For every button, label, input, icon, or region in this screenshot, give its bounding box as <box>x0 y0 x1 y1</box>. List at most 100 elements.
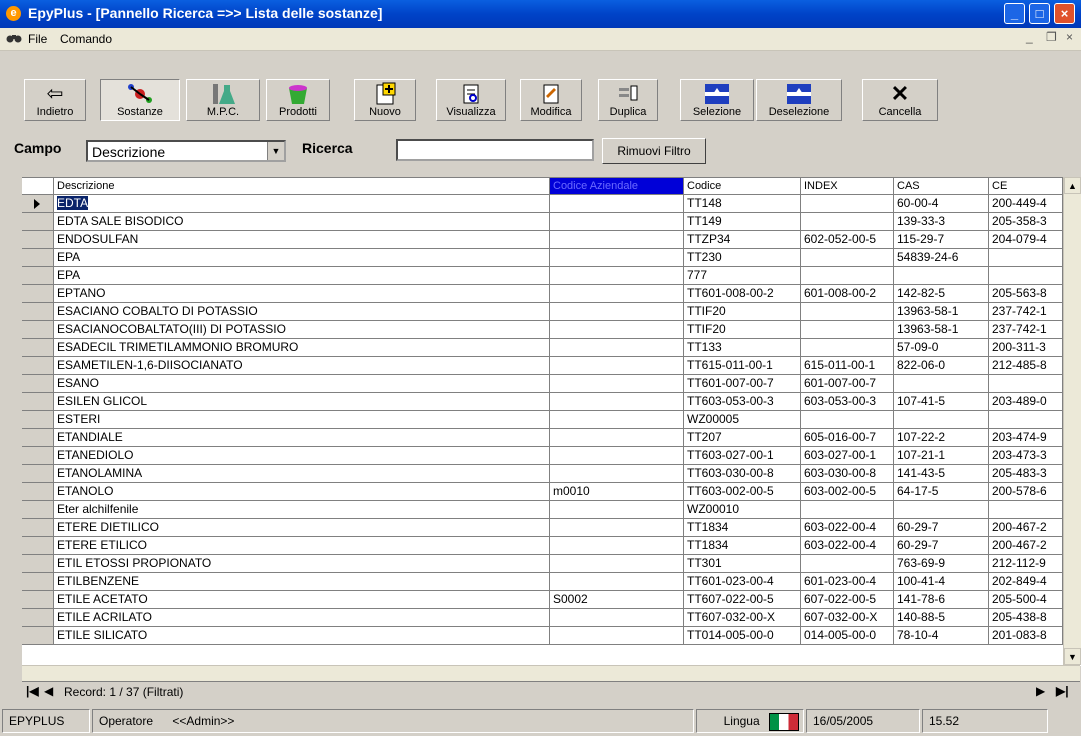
table-row[interactable]: ETILE ACRILATO TT607-032-00-X 607-032-00-X… <box>22 609 1081 627</box>
table-cell[interactable]: 607-022-00-5 <box>801 591 894 609</box>
scroll-down-icon[interactable]: ▼ <box>1064 648 1081 665</box>
row-selector[interactable] <box>22 573 54 591</box>
table-cell[interactable] <box>550 303 684 321</box>
table-cell[interactable]: 107-22-2 <box>894 429 989 447</box>
table-cell[interactable]: 60-00-4 <box>894 195 989 213</box>
menu-comando[interactable]: Comando <box>60 32 112 46</box>
table-cell[interactable]: TT607-032-00-X <box>684 609 801 627</box>
table-cell[interactable] <box>550 465 684 483</box>
table-cell[interactable]: 607-032-00-X <box>801 609 894 627</box>
last-record-icon[interactable]: ▶| <box>1056 684 1069 698</box>
table-cell[interactable]: m0010 <box>550 483 684 501</box>
table-cell[interactable]: 13963-58-1 <box>894 321 989 339</box>
table-cell[interactable]: ETANOLAMINA <box>54 465 550 483</box>
table-cell[interactable] <box>550 627 684 645</box>
table-cell[interactable]: TT230 <box>684 249 801 267</box>
table-cell[interactable]: 142-82-5 <box>894 285 989 303</box>
table-cell[interactable]: TT014-005-00-0 <box>684 627 801 645</box>
table-cell[interactable]: ESAMETILEN-1,6-DIISOCIANATO <box>54 357 550 375</box>
table-cell[interactable]: EDTA <box>54 195 550 213</box>
table-cell[interactable]: 78-10-4 <box>894 627 989 645</box>
table-cell[interactable]: 603-030-00-8 <box>801 465 894 483</box>
duplica-button[interactable]: Duplica <box>598 79 658 121</box>
table-cell[interactable]: TT601-008-00-2 <box>684 285 801 303</box>
table-cell[interactable] <box>989 501 1063 519</box>
table-row[interactable]: ETANEDIOLO TT603-027-00-1 603-027-00-1 107-… <box>22 447 1081 465</box>
table-cell[interactable] <box>801 249 894 267</box>
table-row[interactable]: ESTERI WZ00005 <box>22 411 1081 429</box>
rimuovi-filtro-button[interactable]: Rimuovi Filtro <box>602 138 706 164</box>
table-cell[interactable]: TTIF20 <box>684 321 801 339</box>
table-row[interactable]: ENDOSULFAN TTZP34 602-052-00-5 115-29-7 204-… <box>22 231 1081 249</box>
table-cell[interactable]: 115-29-7 <box>894 231 989 249</box>
row-selector[interactable] <box>22 375 54 393</box>
table-row[interactable]: ETILE ACETATO S0002 TT607-022-00-5 607-022-… <box>22 591 1081 609</box>
table-cell[interactable]: WZ00010 <box>684 501 801 519</box>
table-row[interactable]: ETANOLO m0010 TT603-002-00-5 603-002-00-5 64… <box>22 483 1081 501</box>
table-cell[interactable]: 203-473-3 <box>989 447 1063 465</box>
row-selector[interactable] <box>22 267 54 285</box>
table-row[interactable]: ESACIANO COBALTO DI POTASSIO TTIF20 13963-… <box>22 303 1081 321</box>
table-cell[interactable]: 54839-24-6 <box>894 249 989 267</box>
nuovo-button[interactable]: Nuovo <box>354 79 416 121</box>
table-cell[interactable]: 100-41-4 <box>894 573 989 591</box>
row-selector[interactable] <box>22 213 54 231</box>
minimize-button[interactable]: _ <box>1004 3 1025 24</box>
table-cell[interactable]: ETIL ETOSSI PROPIONATO <box>54 555 550 573</box>
table-cell[interactable]: ESILEN GLICOL <box>54 393 550 411</box>
visualizza-button[interactable]: Visualizza <box>436 79 506 121</box>
table-cell[interactable]: 200-467-2 <box>989 519 1063 537</box>
column-header[interactable]: CE <box>989 178 1063 195</box>
table-cell[interactable] <box>989 375 1063 393</box>
table-cell[interactable]: S0002 <box>550 591 684 609</box>
row-selector[interactable] <box>22 429 54 447</box>
table-cell[interactable]: 205-563-8 <box>989 285 1063 303</box>
table-cell[interactable]: ETERE DIETILICO <box>54 519 550 537</box>
table-cell[interactable]: ETILE SILICATO <box>54 627 550 645</box>
mdi-restore-button[interactable]: ❐ <box>1046 30 1057 44</box>
table-cell[interactable]: 200-578-6 <box>989 483 1063 501</box>
table-cell[interactable]: 615-011-00-1 <box>801 357 894 375</box>
table-cell[interactable]: ESADECIL TRIMETILAMMONIO BROMURO <box>54 339 550 357</box>
table-cell[interactable]: EPA <box>54 249 550 267</box>
row-selector[interactable] <box>22 591 54 609</box>
table-cell[interactable] <box>801 303 894 321</box>
table-row[interactable]: EPA 777 <box>22 267 1081 285</box>
table-cell[interactable]: ESTERI <box>54 411 550 429</box>
row-selector[interactable] <box>22 195 54 213</box>
table-cell[interactable]: TT603-053-00-3 <box>684 393 801 411</box>
table-cell[interactable]: TT601-007-00-7 <box>684 375 801 393</box>
first-record-icon[interactable]: |◀ <box>26 684 39 698</box>
row-selector[interactable] <box>22 393 54 411</box>
table-cell[interactable] <box>550 411 684 429</box>
campo-select[interactable]: Descrizione ▼ <box>86 140 286 162</box>
mdi-minimize-button[interactable]: _ <box>1026 30 1033 44</box>
table-row[interactable]: ESACIANOCOBALTATO(III) DI POTASSIO TTIF20… <box>22 321 1081 339</box>
table-row[interactable]: ESAMETILEN-1,6-DIISOCIANATO TT615-011-00-… <box>22 357 1081 375</box>
table-row[interactable]: ETILBENZENE TT601-023-00-4 601-023-00-4 100… <box>22 573 1081 591</box>
prodotti-button[interactable]: Prodotti <box>266 79 330 121</box>
row-selector[interactable] <box>22 627 54 645</box>
table-cell[interactable] <box>550 357 684 375</box>
table-cell[interactable] <box>550 285 684 303</box>
table-cell[interactable]: 200-311-3 <box>989 339 1063 357</box>
table-row[interactable]: EDTA SALE BISODICO TT149 139-33-3 205-358-3 <box>22 213 1081 231</box>
table-cell[interactable]: 141-78-6 <box>894 591 989 609</box>
table-cell[interactable]: ETILE ACETATO <box>54 591 550 609</box>
table-row[interactable]: EPA TT230 54839-24-6 <box>22 249 1081 267</box>
table-cell[interactable] <box>801 501 894 519</box>
column-header[interactable]: Codice <box>684 178 801 195</box>
table-cell[interactable] <box>550 267 684 285</box>
row-selector[interactable] <box>22 465 54 483</box>
table-cell[interactable]: 601-008-00-2 <box>801 285 894 303</box>
table-cell[interactable]: 603-027-00-1 <box>801 447 894 465</box>
table-cell[interactable]: 200-449-4 <box>989 195 1063 213</box>
row-selector[interactable] <box>22 501 54 519</box>
menu-file[interactable]: File <box>28 32 47 46</box>
table-cell[interactable]: TT1834 <box>684 537 801 555</box>
table-cell[interactable]: 64-17-5 <box>894 483 989 501</box>
table-cell[interactable]: TT603-027-00-1 <box>684 447 801 465</box>
row-selector[interactable] <box>22 249 54 267</box>
table-cell[interactable]: 237-742-1 <box>989 321 1063 339</box>
column-header[interactable]: Codice Aziendale <box>550 178 684 195</box>
